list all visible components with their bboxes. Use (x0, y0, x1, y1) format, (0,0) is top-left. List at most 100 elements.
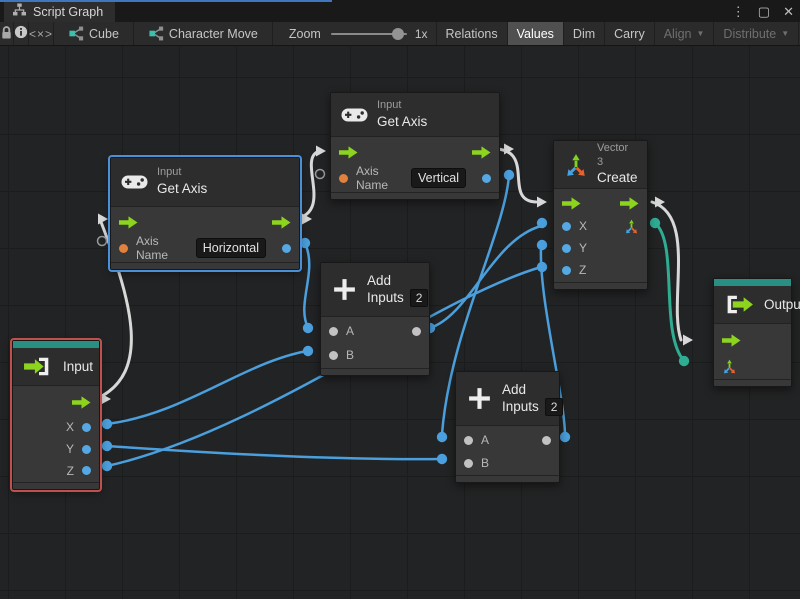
toolbar-button-label: Values (517, 27, 554, 41)
input-icon (23, 356, 54, 377)
lock-button[interactable] (0, 22, 14, 45)
flow-port-in[interactable] (722, 334, 741, 347)
close-icon[interactable]: ✕ (783, 5, 794, 18)
node-header: AddInputs2 (456, 372, 559, 426)
tab-label: Script Graph (33, 5, 103, 19)
toolbar-button-align[interactable]: Align▼ (655, 22, 715, 45)
wire-add1-result-to-vector3-x[interactable] (430, 226, 541, 328)
node-title2: Inputs (502, 398, 539, 416)
node-title-line2: Inputs2 (502, 398, 549, 416)
gamepad-icon (121, 173, 148, 191)
wire-getaxis-horizontal-value-to-add1-a[interactable] (304, 243, 309, 328)
gray-value-port-out[interactable] (542, 436, 551, 445)
node-footer (111, 262, 299, 269)
value-field[interactable]: Vertical (411, 168, 466, 188)
blue-value-port-out[interactable] (282, 244, 291, 253)
wire-arrowhead (537, 197, 547, 208)
plus-icon (466, 385, 493, 412)
flow-port-out[interactable] (472, 146, 491, 159)
port-label: X (579, 219, 587, 233)
node-body: AB (321, 317, 429, 368)
graph-button-cube[interactable]: Cube (54, 22, 134, 45)
node-title2: Inputs (367, 289, 404, 307)
port-label: Axis Name (136, 234, 188, 262)
flow-port-out[interactable] (72, 396, 91, 409)
gray-value-port-in[interactable] (464, 436, 473, 445)
wire-arrowhead (316, 146, 326, 157)
blue-value-port-out[interactable] (82, 423, 91, 432)
node-row (331, 139, 499, 165)
node-row (111, 209, 299, 235)
port-label: Z (579, 263, 586, 277)
node-title-block: Input (63, 358, 89, 376)
gray-value-port-in[interactable] (464, 459, 473, 468)
gamepad-icon (341, 106, 368, 124)
wire-getaxis-vertical-flow-to-vector3[interactable] (497, 149, 536, 202)
blue-value-port-in[interactable] (562, 244, 571, 253)
node-title-line2: Inputs2 (367, 289, 419, 307)
info-icon (14, 25, 28, 42)
gray-value-port-out[interactable] (412, 327, 421, 336)
value-field[interactable]: Horizontal (196, 238, 266, 258)
blue-value-port-out[interactable] (82, 445, 91, 454)
node-add-2[interactable]: AddInputs2AB (455, 371, 560, 483)
node-get-axis-vertical[interactable]: InputGet Axis Axis Name Vertical (330, 92, 500, 200)
maximize-icon[interactable]: ▢ (758, 5, 770, 18)
gray-value-port-in[interactable] (329, 351, 338, 360)
tab-script-graph[interactable]: Script Graph (4, 2, 115, 22)
node-footer (554, 282, 647, 289)
zoom-slider-handle[interactable] (392, 28, 404, 40)
node-row (714, 326, 791, 354)
node-title-block: InputGet Axis (377, 99, 427, 130)
node-output[interactable]: Output (713, 278, 792, 387)
toolbar-button-dim[interactable]: Dim (564, 22, 605, 45)
blue-value-port-out[interactable] (82, 466, 91, 475)
wire-endpoint-dot (300, 238, 310, 248)
info-button[interactable] (14, 22, 29, 45)
node-vector3-create[interactable]: Vector 3CreateXYZ (553, 140, 648, 290)
vector3-mini-icon[interactable] (722, 359, 737, 374)
orange-value-port-in[interactable] (339, 174, 348, 183)
wire-input-x-to-add1-b[interactable] (107, 351, 307, 424)
blue-value-port-in[interactable] (562, 222, 571, 231)
toolbar-button-values[interactable]: Values (508, 22, 564, 45)
gray-value-port-in[interactable] (329, 327, 338, 336)
node-header: InputGet Axis (111, 158, 299, 207)
node-get-axis-horizontal[interactable]: InputGet Axis Axis Name Horizontal (110, 157, 300, 270)
flow-port-out[interactable] (272, 216, 291, 229)
node-input[interactable]: InputXYZ (12, 340, 100, 490)
wire-endpoint-dot (303, 323, 313, 333)
toolbar-button-relations[interactable]: Relations (437, 22, 508, 45)
node-row (13, 388, 99, 416)
vector3-mini-icon[interactable] (624, 219, 639, 234)
node-row (554, 191, 647, 215)
graph-button-character-move[interactable]: Character Move (134, 22, 273, 45)
node-add-1[interactable]: AddInputs2AB (320, 262, 430, 376)
code-view-button[interactable]: <×> (29, 22, 54, 45)
graph-button-label: Cube (89, 27, 119, 41)
zoom-value: 1x (415, 27, 428, 41)
toolbar-button-label: Relations (446, 27, 498, 41)
port-label: Axis Name (356, 164, 403, 192)
toolbar-button-carry[interactable]: Carry (605, 22, 655, 45)
inputs-count-field[interactable]: 2 (545, 398, 564, 416)
node-row: B (456, 452, 559, 474)
kebab-menu-icon[interactable]: ⋮ (732, 5, 745, 18)
flow-port-in[interactable] (339, 146, 358, 159)
zoom-slider[interactable] (331, 33, 407, 35)
node-row: A (321, 319, 429, 343)
blue-value-port-out[interactable] (482, 174, 491, 183)
orange-value-port-in[interactable] (119, 244, 128, 253)
inputs-count-field[interactable]: 2 (410, 289, 429, 307)
toolbar-button-distribute[interactable]: Distribute▼ (714, 22, 799, 45)
flow-port-in[interactable] (562, 197, 581, 210)
node-row: Z (554, 259, 647, 281)
focused-window-accent-line (0, 0, 332, 2)
blue-value-port-in[interactable] (562, 266, 571, 275)
flow-port-in[interactable] (119, 216, 138, 229)
toolbar-toggle-group: Relations Values DimCarryAlign▼Distribute▼… (436, 22, 800, 45)
script-graph-hierarchy-icon (12, 3, 27, 21)
node-row: X (13, 416, 99, 438)
flow-port-out[interactable] (620, 197, 639, 210)
toolbar-button-label: Distribute (723, 27, 776, 41)
